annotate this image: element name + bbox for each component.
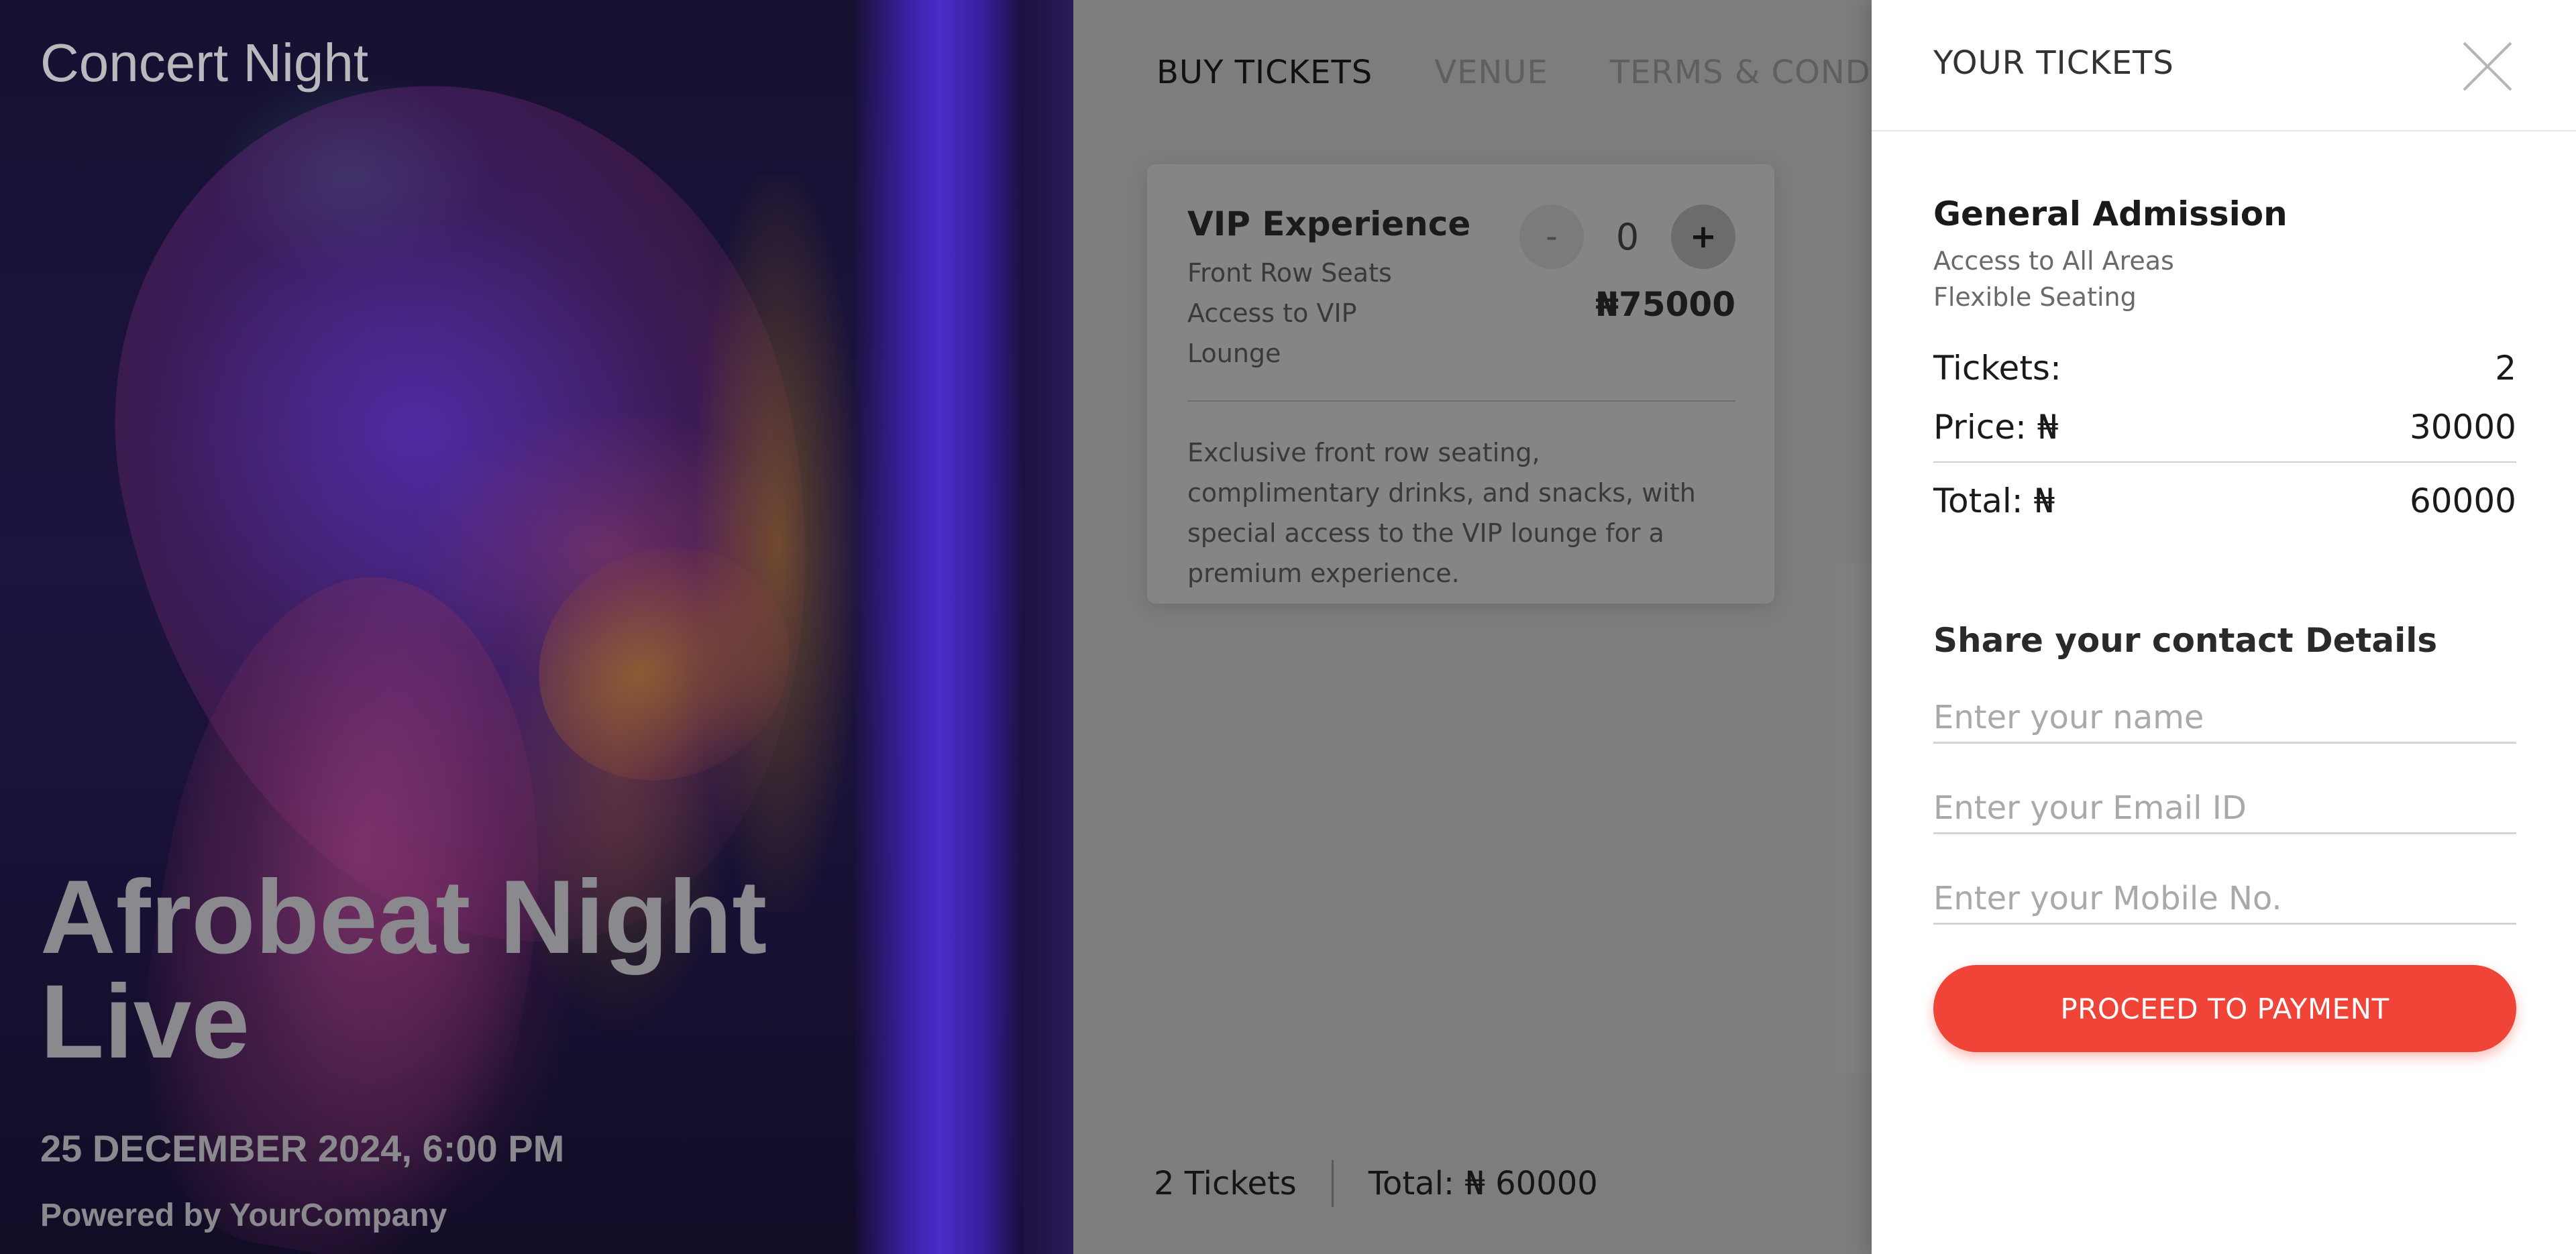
your-tickets-drawer: YOUR TICKETS General Admission Access to… xyxy=(1872,0,2576,1254)
email-field[interactable] xyxy=(1933,784,2516,832)
tickets-label: Tickets: xyxy=(1933,349,2061,388)
close-icon[interactable] xyxy=(2460,39,2515,94)
order-summary-bar: 2 Tickets Total: ₦ 60000 xyxy=(1154,1160,1598,1207)
ticket-panel: BUY TICKETS VENUE TERMS & CONDITIO VIP E… xyxy=(1073,0,1872,1254)
ticket-type-feature: Flexible Seating xyxy=(1933,282,2137,312)
tab-buy-tickets[interactable]: BUY TICKETS xyxy=(1157,54,1373,91)
hero-poster: Concert Night Afrobeat Night Live 25 DEC… xyxy=(0,0,1073,1254)
contact-section-title: Share your contact Details xyxy=(1933,621,2438,660)
performer-glow xyxy=(698,174,859,912)
summary-price-row: Price: ₦ 30000 xyxy=(1933,408,2516,463)
drawer-header: YOUR TICKETS xyxy=(1872,0,2576,131)
name-field[interactable] xyxy=(1933,693,2516,742)
drawer-body: General Admission Access to All Areas Fl… xyxy=(1933,194,2516,1052)
quantity-stepper: - 0 + xyxy=(1519,205,1735,269)
footer-divider xyxy=(1331,1160,1334,1207)
decrement-button[interactable]: - xyxy=(1519,205,1584,269)
ticket-price: ₦75000 xyxy=(1595,285,1735,324)
event-date: 25 DECEMBER 2024, 6:00 PM xyxy=(40,1127,565,1170)
drawer-title: YOUR TICKETS xyxy=(1933,44,2174,82)
ticket-card-vip: VIP Experience Front Row Seats Access to… xyxy=(1147,164,1774,604)
card-divider xyxy=(1187,400,1735,402)
tab-bar: BUY TICKETS VENUE TERMS & CONDITIO xyxy=(1157,54,1872,91)
total-label: Total: ₦ xyxy=(1933,481,2055,520)
ticket-description: Exclusive front row seating, complimenta… xyxy=(1187,438,1696,588)
summary-total-row: Total: ₦ 60000 xyxy=(1933,481,2516,520)
tickets-value: 2 xyxy=(2495,349,2516,388)
ticket-feature: Access to VIP xyxy=(1187,298,1357,328)
ticket-count: 2 Tickets xyxy=(1154,1165,1297,1202)
price-label: Price: ₦ xyxy=(1933,408,2059,447)
app-title: Concert Night xyxy=(40,33,369,93)
quantity-value: 0 xyxy=(1615,215,1640,258)
increment-button[interactable]: + xyxy=(1671,205,1735,269)
neon-stripe-edge xyxy=(1023,0,1073,1254)
ticket-feature: Front Row Seats xyxy=(1187,258,1392,288)
proceed-to-payment-button[interactable]: PROCEED TO PAYMENT xyxy=(1933,965,2516,1052)
total-value: 60000 xyxy=(2409,481,2516,520)
next-ticket-card-edge xyxy=(1835,563,1872,1073)
ticket-feature: Lounge xyxy=(1187,339,1281,368)
ticket-type-features: Access to All Areas Flexible Seating xyxy=(1933,243,2516,315)
ticket-type-feature: Access to All Areas xyxy=(1933,246,2174,276)
tab-venue[interactable]: VENUE xyxy=(1434,54,1548,91)
price-value: 30000 xyxy=(2409,408,2516,447)
order-total: Total: ₦ 60000 xyxy=(1368,1165,1598,1202)
ticket-name: VIP Experience xyxy=(1187,205,1471,243)
event-title: Afrobeat Night Live xyxy=(40,859,767,1080)
mobile-field-wrapper xyxy=(1933,874,2516,925)
ticket-type: General Admission xyxy=(1933,194,2288,233)
email-field-wrapper xyxy=(1933,784,2516,834)
ticket-features: Front Row Seats Access to VIP Lounge xyxy=(1187,253,1442,374)
summary-tickets-row: Tickets: 2 xyxy=(1933,349,2516,388)
mobile-field[interactable] xyxy=(1933,874,2516,923)
tab-terms[interactable]: TERMS & CONDITIO xyxy=(1610,54,1872,91)
name-field-wrapper xyxy=(1933,693,2516,744)
powered-by: Powered by YourCompany xyxy=(40,1198,447,1233)
